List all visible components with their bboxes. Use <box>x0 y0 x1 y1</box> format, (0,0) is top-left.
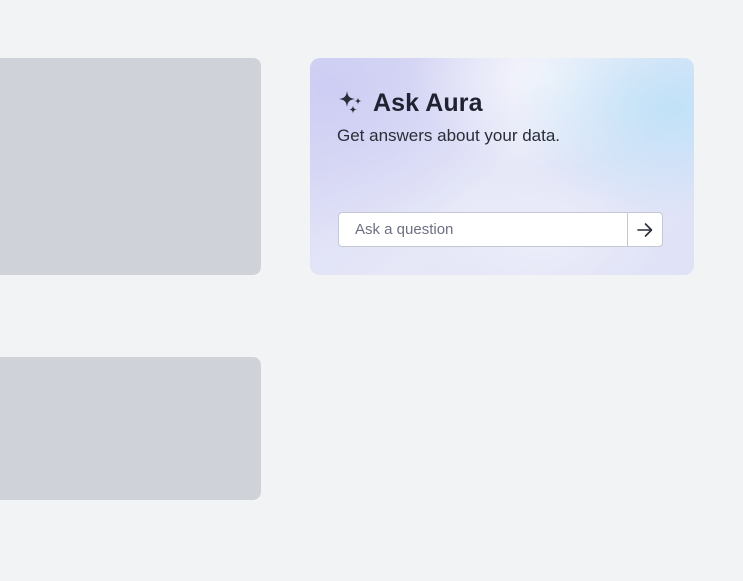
ask-aura-subtitle: Get answers about your data. <box>337 126 561 145</box>
arrow-right-icon <box>636 221 654 239</box>
ask-aura-header: Ask Aura <box>337 86 483 120</box>
ask-aura-title: Ask Aura <box>373 88 483 117</box>
sparkles-icon <box>337 89 365 117</box>
placeholder-block-top <box>0 58 261 275</box>
placeholder-block-bottom <box>0 357 261 500</box>
ask-question-input[interactable] <box>338 212 627 247</box>
send-question-button[interactable] <box>627 212 663 247</box>
ask-question-row <box>338 212 663 247</box>
ask-aura-card: Ask Aura Get answers about your data. <box>310 58 694 275</box>
